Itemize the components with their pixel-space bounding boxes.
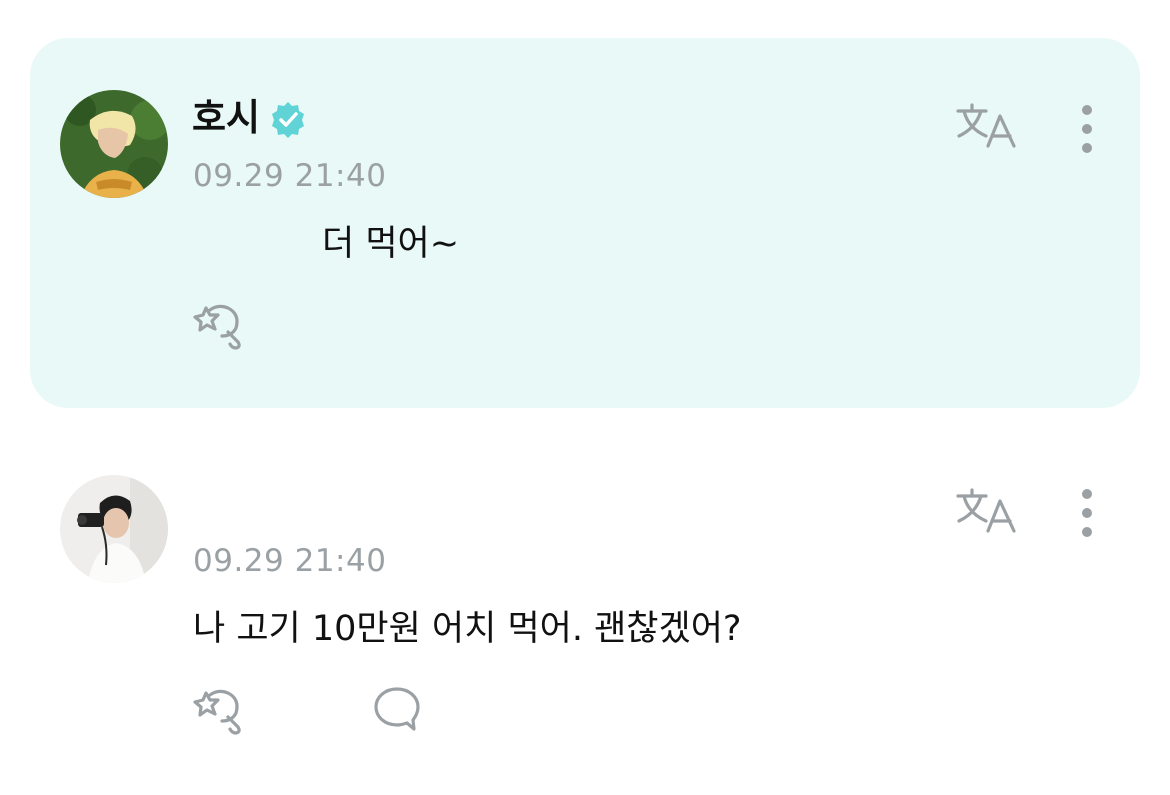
translate-icon[interactable]: [956, 487, 1018, 535]
translate-icon[interactable]: [956, 102, 1018, 150]
like-icon[interactable]: [192, 687, 248, 735]
comment-text: 나 고기 10만원 어치 먹어. 괜찮겠어?: [193, 609, 742, 649]
comment-thread: 호시 09.29 21:40 더 먹어~ 09.29 21:40 나 고기 10…: [0, 0, 1170, 795]
comment-timestamp: 09.29 21:40: [193, 158, 387, 194]
author-name[interactable]: 호시: [192, 96, 260, 140]
highlighted-comment-card: [30, 38, 1140, 408]
avatar[interactable]: [60, 90, 168, 198]
more-options-icon[interactable]: [1078, 104, 1096, 154]
avatar[interactable]: [60, 475, 168, 583]
comment-timestamp: 09.29 21:40: [193, 543, 387, 579]
comment-text: 더 먹어~: [322, 224, 460, 264]
like-icon[interactable]: [192, 302, 248, 350]
reply-icon[interactable]: [372, 685, 422, 733]
verified-badge-icon: [268, 100, 308, 140]
more-options-icon[interactable]: [1078, 488, 1096, 538]
